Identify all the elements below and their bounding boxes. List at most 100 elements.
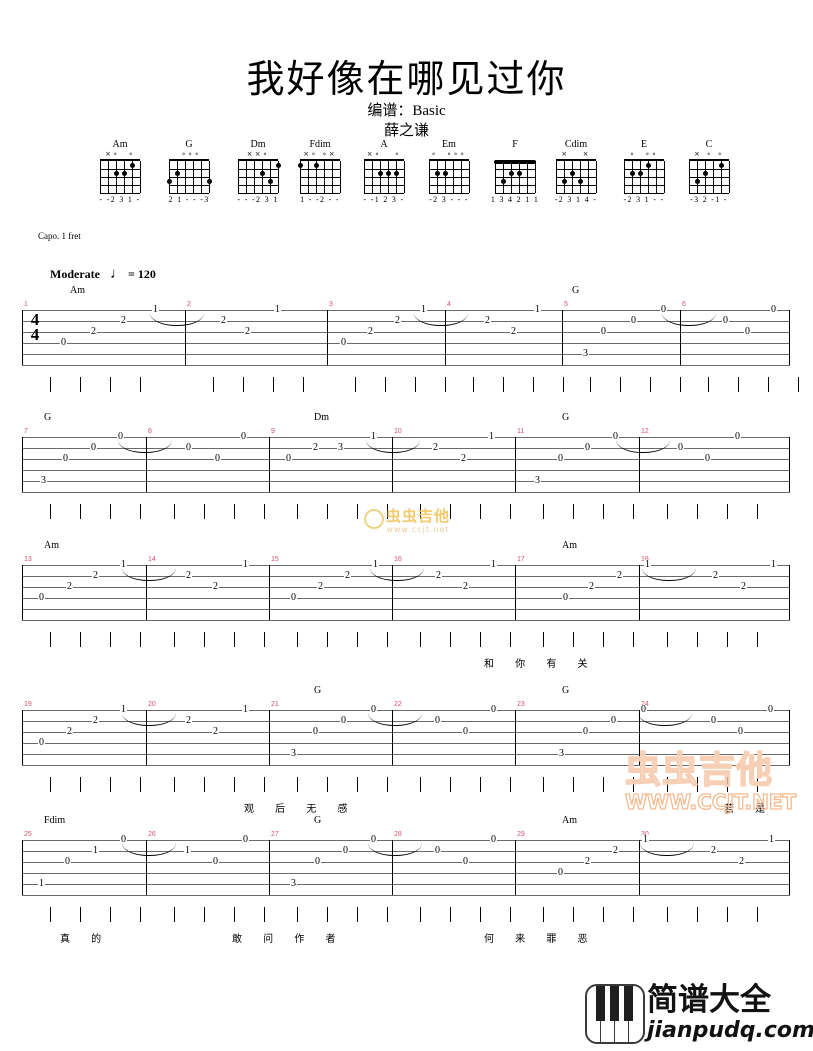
tab-note: 0 — [744, 326, 751, 337]
measure-number: 8 — [148, 428, 152, 435]
tab-note: 2 — [612, 845, 619, 856]
rhythm-tick — [213, 377, 214, 392]
fret-line — [300, 193, 340, 194]
finger-dot — [314, 163, 319, 168]
chord-fingering: -2 3 1 - - — [623, 195, 665, 204]
rhythm-tick — [80, 777, 81, 792]
measure-number: 20 — [148, 701, 156, 708]
tab-note: 2 — [244, 326, 251, 337]
end-barline — [789, 310, 790, 365]
finger-dot — [638, 171, 643, 176]
rhythm-tick — [603, 907, 604, 922]
rhythm-tick — [510, 777, 511, 792]
rhythm-tick — [757, 632, 758, 647]
rhythm-tick — [273, 377, 274, 392]
tab-note: 1 — [534, 304, 541, 315]
rhythm-tick — [355, 377, 356, 392]
finger-dot — [578, 179, 583, 184]
tab-note: 0 — [490, 834, 497, 845]
end-barline — [789, 565, 790, 620]
rhythm-tick — [757, 907, 758, 922]
tab-note: 3 — [558, 748, 565, 759]
chord-name: A — [380, 139, 388, 150]
end-barline — [789, 437, 790, 492]
finger-dot — [298, 163, 303, 168]
finger-dot — [130, 163, 135, 168]
tab-note: 1 — [768, 834, 775, 845]
rhythm-tick — [543, 632, 544, 647]
staff-line — [22, 459, 790, 460]
fret-line — [169, 193, 209, 194]
string-line — [729, 161, 730, 193]
rhythm-tick — [264, 907, 265, 922]
tab-note: 0 — [64, 856, 71, 867]
tab-note: 2 — [312, 442, 319, 453]
rhythm-tick — [480, 777, 481, 792]
tie-slur — [662, 313, 716, 326]
tie-slur — [638, 713, 692, 726]
measure-number: 2 — [187, 301, 191, 308]
logo-text: 简谱大全 — [647, 982, 771, 1018]
tab-note: 2 — [616, 570, 623, 581]
barline — [22, 565, 23, 620]
chord-diagram-a: A ×∘ ∘ - -1 2 3 - — [358, 139, 410, 205]
tab-note: 0 — [770, 304, 777, 315]
staff-line — [22, 343, 790, 344]
rhythm-tick — [204, 777, 205, 792]
tab-note: 1 — [38, 878, 45, 889]
fret-line — [556, 169, 596, 170]
barline — [327, 310, 328, 365]
chord-diagram-dm: Dm ××∘ - - -2 3 1 — [232, 139, 284, 205]
fret-line — [364, 185, 404, 186]
tab-note: 0 — [290, 592, 297, 603]
rhythm-tick — [264, 504, 265, 519]
tab-note: 0 — [214, 453, 221, 464]
measure-number: 23 — [517, 701, 525, 708]
rhythm-tick — [234, 777, 235, 792]
measure-number: 12 — [641, 428, 649, 435]
chord-fingering: -3 2 -1 - — [690, 195, 728, 204]
tab-note: 0 — [557, 453, 564, 464]
measure-number: 4 — [447, 301, 451, 308]
tab-note: 0 — [212, 856, 219, 867]
fret-line — [556, 185, 596, 186]
chord-symbol: G — [314, 685, 322, 696]
tie-slur — [118, 440, 172, 453]
string-line — [340, 161, 341, 193]
tab-note: 2 — [185, 570, 192, 581]
tab-note: 0 — [490, 704, 497, 715]
fret-line — [429, 193, 469, 194]
fret-line — [689, 177, 729, 178]
rhythm-tick — [204, 907, 205, 922]
chord-fingering: - -2 3 1 - — [99, 195, 141, 204]
rhythm-tick — [110, 632, 111, 647]
fret-line — [689, 185, 729, 186]
rhythm-tick — [110, 377, 111, 392]
measure-number: 10 — [394, 428, 402, 435]
rhythm-tick — [415, 377, 416, 392]
tab-note: 2 — [66, 581, 73, 592]
string-line — [404, 161, 405, 193]
rhythm-tick — [297, 632, 298, 647]
measure-number: 1 — [24, 301, 28, 308]
finger-dot — [435, 171, 440, 176]
finger-dot — [646, 163, 651, 168]
barline — [22, 710, 23, 765]
chord-fretboard — [167, 159, 212, 194]
tab-note: 0 — [90, 442, 97, 453]
nut — [238, 159, 278, 161]
staff-line — [22, 862, 790, 863]
rhythm-tick — [387, 632, 388, 647]
chord-open-mute-marks: × ∘ ∘ — [693, 150, 725, 158]
measure-number: 22 — [394, 701, 402, 708]
measure-number: 26 — [148, 831, 156, 838]
tab-system: 131415161718022122102212210221221AmAm和 你… — [22, 540, 790, 675]
quarter-note-icon: ♩ — [109, 266, 125, 282]
measure-number: 7 — [24, 428, 28, 435]
chord-fretboard — [364, 159, 405, 194]
finger-dot — [719, 163, 724, 168]
fret-line — [100, 169, 140, 170]
chord-fretboard — [238, 159, 281, 194]
chord-fingering: 2 1 - - -3 — [168, 195, 210, 204]
finger-dot — [562, 179, 567, 184]
